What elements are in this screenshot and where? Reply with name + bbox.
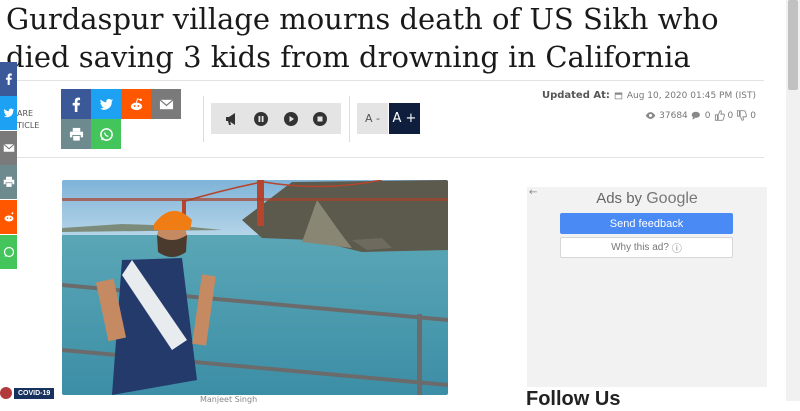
views-count: 37684 <box>659 110 688 121</box>
rail-email-button[interactable] <box>0 131 17 165</box>
pause-icon[interactable] <box>253 111 269 127</box>
ad-panel: ← Ads by Google Send feedback Why this a… <box>527 187 767 387</box>
covid-badge[interactable]: COVID-19 <box>0 385 55 401</box>
megaphone-icon[interactable] <box>224 111 240 127</box>
facebook-icon <box>5 73 12 85</box>
rail-whatsapp-button[interactable] <box>0 235 17 269</box>
article-photo[interactable] <box>62 180 448 395</box>
facebook-icon <box>72 97 80 112</box>
thumbs-up-icon[interactable] <box>714 110 725 121</box>
page-scrollbar[interactable] <box>786 0 800 401</box>
follow-us-heading: Follow Us <box>526 388 621 410</box>
share-label-line1: ARE <box>17 109 34 118</box>
font-increase-button[interactable]: A + <box>389 103 420 134</box>
print-icon <box>69 127 83 142</box>
share-label-line2: TICLE <box>17 121 40 130</box>
reddit-icon <box>4 212 13 222</box>
updated-date: Aug 10, 2020 01:45 PM (IST) <box>626 90 756 101</box>
email-share-button[interactable] <box>151 89 181 119</box>
comments-count: 0 <box>704 110 711 121</box>
font-decrease-button[interactable]: A - <box>357 103 388 134</box>
toolbar-separator <box>349 96 350 142</box>
article-headline: Gurdaspur village mourns death of US Sik… <box>6 2 719 74</box>
article-photo-image <box>62 180 448 395</box>
article-stats: 37684 0 0 0 <box>645 110 756 121</box>
rail-reddit-button[interactable] <box>0 200 17 234</box>
rail-twitter-button[interactable] <box>0 96 17 130</box>
info-icon: ⓘ <box>671 244 682 255</box>
rail-print-button[interactable] <box>0 165 17 199</box>
eye-icon <box>645 112 656 119</box>
facebook-share-button[interactable] <box>61 89 91 119</box>
email-icon <box>159 98 173 109</box>
photo-caption: Manjeet Singh <box>200 395 258 404</box>
updated-label: Updated At: <box>541 90 610 101</box>
scrollbar-thumb[interactable] <box>788 0 798 90</box>
why-this-ad-button[interactable]: Why this ad? ⓘ <box>560 237 733 258</box>
header-divider <box>6 80 764 81</box>
virus-icon <box>0 387 12 399</box>
print-icon <box>3 176 14 188</box>
whatsapp-icon <box>3 246 14 258</box>
why-this-ad-label: Why this ad? <box>611 242 669 253</box>
likes-count: 0 <box>727 110 734 121</box>
audio-player-controls <box>211 103 341 134</box>
twitter-icon <box>3 108 14 118</box>
reddit-icon <box>130 97 142 110</box>
ads-by-google-label: Ads by Google <box>527 190 767 208</box>
play-icon[interactable] <box>283 111 299 127</box>
reddit-share-button[interactable] <box>121 89 151 119</box>
meta-divider <box>6 157 764 158</box>
send-feedback-button[interactable]: Send feedback <box>560 213 733 234</box>
covid-badge-label: COVID-19 <box>14 387 55 399</box>
whatsapp-share-button[interactable] <box>91 119 121 149</box>
comments-icon <box>691 111 700 120</box>
stop-icon[interactable] <box>312 111 328 127</box>
twitter-share-button[interactable] <box>91 89 121 119</box>
calendar-icon <box>614 92 623 100</box>
ads-by-text: Ads by <box>596 190 643 207</box>
share-article-label: ARE TICLE <box>17 108 39 132</box>
updated-info: Updated At: Aug 10, 2020 01:45 PM (IST) <box>542 90 756 101</box>
dislikes-count: 0 <box>750 110 756 121</box>
print-button[interactable] <box>61 119 91 149</box>
email-icon <box>2 143 15 152</box>
rail-facebook-button[interactable] <box>0 62 17 96</box>
google-text: Google <box>646 190 698 207</box>
twitter-icon <box>99 98 113 110</box>
whatsapp-icon <box>99 127 113 141</box>
thumbs-down-icon[interactable] <box>736 110 748 121</box>
toolbar-separator <box>203 96 204 142</box>
